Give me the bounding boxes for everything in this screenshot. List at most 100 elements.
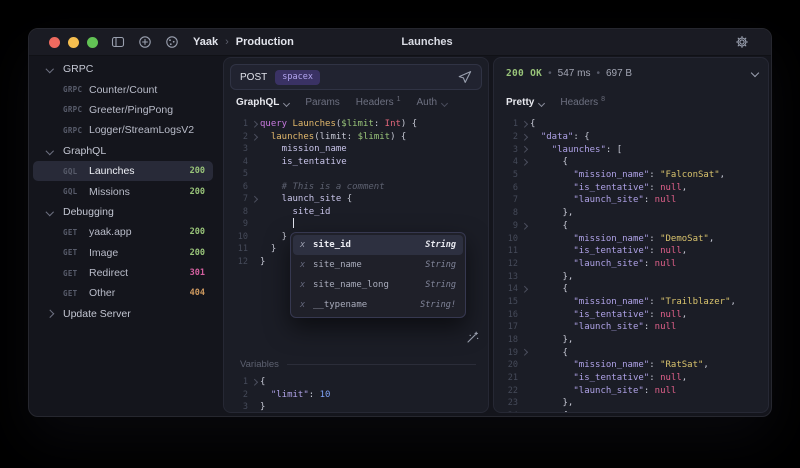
code-line: 9 { <box>494 220 768 233</box>
response-body-viewer[interactable]: 1{2 "data": {3 "launches": [4 {5 "missio… <box>494 118 768 412</box>
environment-name[interactable]: Production <box>236 36 294 48</box>
line-number: 7 <box>512 195 518 206</box>
sidebar-folder-debugging[interactable]: Debugging <box>33 202 213 222</box>
sidebar-item-yaak-app[interactable]: GET yaak.app 200 <box>33 222 213 242</box>
line-number: 19 <box>507 347 518 358</box>
code-line: 15 "mission_name": "Trailblazer", <box>494 296 768 309</box>
sidebar-item-greeter-pingpong[interactable]: GRPC Greeter/PingPong <box>33 100 213 120</box>
format-button[interactable] <box>465 330 480 345</box>
code-text: { <box>530 284 568 295</box>
response-size: 697 B <box>605 67 633 79</box>
send-request-button[interactable] <box>458 70 472 84</box>
breadcrumb[interactable]: Yaak › Production <box>193 36 294 48</box>
fold-toggle[interactable] <box>248 133 260 140</box>
status-badge: 200 <box>189 186 205 197</box>
fold-toggle[interactable] <box>248 196 260 203</box>
cookies-button[interactable] <box>165 35 179 49</box>
line-number: 21 <box>507 373 518 384</box>
response-header: 200 OK • 547 ms • 697 B <box>506 58 760 88</box>
titlebar: Yaak › Production Launches <box>29 29 771 56</box>
line-number: 6 <box>512 182 518 193</box>
response-panel: 200 OK • 547 ms • 697 B Pretty Headers 8 1… <box>493 57 769 413</box>
code-text: }, <box>530 208 574 219</box>
autocomplete-type: String <box>425 280 456 290</box>
code-line: 22 "launch_site": null <box>494 384 768 397</box>
tab-count-badge: 8 <box>601 96 606 103</box>
toggle-sidebar-button[interactable] <box>111 35 125 49</box>
autocomplete-item[interactable]: x __typename String! <box>293 295 463 315</box>
fold-toggle[interactable] <box>518 146 530 153</box>
http-method-selector[interactable]: POST <box>240 72 267 83</box>
folder-label: Update Server <box>63 307 131 320</box>
sidebar-item-image[interactable]: GET Image 200 <box>33 243 213 263</box>
autocomplete-label: site_name <box>313 260 362 270</box>
request-method: GET <box>63 288 78 298</box>
code-text: } <box>260 244 277 255</box>
fold-toggle[interactable] <box>248 121 260 128</box>
sidebar-folder-grpc[interactable]: GRPC <box>33 59 213 79</box>
sidebar-item-logger-streamlogsv2[interactable]: GRPC Logger/StreamLogsV2 <box>33 120 213 140</box>
sidebar-folder-update-server[interactable]: Update Server <box>33 304 213 324</box>
cookie-icon <box>166 36 178 48</box>
fold-toggle[interactable] <box>518 121 530 128</box>
sidebar-item-counter-count[interactable]: GRPC Counter/Count <box>33 79 213 99</box>
folder-label: GRPC <box>63 63 94 76</box>
close-button[interactable] <box>49 36 60 48</box>
sidebar-item-redirect[interactable]: GET Redirect 301 <box>33 263 213 283</box>
line-number: 6 <box>242 181 248 192</box>
code-line: 9 <box>224 218 488 231</box>
response-menu-button[interactable] <box>750 68 760 78</box>
fold-toggle[interactable] <box>248 379 260 386</box>
line-number: 8 <box>512 208 518 219</box>
settings-button[interactable] <box>735 35 749 49</box>
sidebar-item-other[interactable]: GET Other 404 <box>33 283 213 303</box>
workspace-name[interactable]: Yaak <box>193 36 218 48</box>
response-status-badge: 200 OK <box>506 68 542 79</box>
autocomplete-item[interactable]: x site_name_long String <box>293 275 463 295</box>
separator-dot: • <box>548 67 552 79</box>
request-method: GRPC <box>63 85 83 95</box>
sidebar-folder-graphql[interactable]: GraphQL <box>33 141 213 161</box>
page-title: Launches <box>401 36 453 48</box>
request-method: GET <box>63 227 78 237</box>
code-line: 1{ <box>224 376 488 389</box>
fold-toggle[interactable] <box>518 159 530 166</box>
sidebar-item-missions[interactable]: GQL Missions 200 <box>33 181 213 201</box>
code-text: { <box>260 377 266 388</box>
code-line: 10 "mission_name": "DemoSat", <box>494 232 768 245</box>
tab-graphql[interactable]: GraphQL <box>236 97 291 108</box>
chevron-right-icon <box>250 196 258 203</box>
code-text: query Launches($limit: Int) { <box>260 119 418 130</box>
tab-headers[interactable]: Headers 1 <box>356 96 401 108</box>
tab-headers[interactable]: Headers 8 <box>560 96 606 108</box>
fold-toggle[interactable] <box>518 222 530 230</box>
code-text: { <box>530 347 568 358</box>
request-panel: POST spacex GraphQL Params Headers 1 Auth 1 q… <box>223 57 489 413</box>
code-text: }, <box>530 335 574 346</box>
request-tabs: GraphQL Params Headers 1 Auth <box>236 96 449 108</box>
zoom-button[interactable] <box>87 36 98 48</box>
url-environment-badge[interactable]: spacex <box>275 69 320 85</box>
breadcrumb-separator: › <box>225 36 229 48</box>
new-request-button[interactable] <box>138 35 152 49</box>
sidebar-list: GRPC GRPC Counter/Count GRPC Greeter/PingPon… <box>29 59 217 324</box>
url-bar[interactable]: POST spacex <box>230 64 482 90</box>
fold-toggle[interactable] <box>518 286 530 293</box>
sidebar-item-launches[interactable]: GQL Launches 200 <box>33 160 213 182</box>
tab-params[interactable]: Params <box>305 97 339 108</box>
tab-pretty[interactable]: Pretty <box>506 97 546 108</box>
chevron-right-icon <box>520 286 528 293</box>
code-text: "mission_name": "RatSat", <box>573 360 709 371</box>
request-label: Redirect <box>89 267 129 280</box>
request-label: Image <box>89 246 119 259</box>
code-text: "mission_name": "Trailblazer", <box>573 296 736 307</box>
autocomplete-item[interactable]: x site_name String <box>293 255 463 275</box>
minimize-button[interactable] <box>68 36 79 48</box>
tab-auth[interactable]: Auth <box>417 97 449 108</box>
tab-count-badge: 1 <box>396 96 401 103</box>
autocomplete-item[interactable]: x site_id String <box>293 235 463 255</box>
fold-toggle[interactable] <box>518 133 530 141</box>
variables-editor[interactable]: 1{2 "limit": 10 3} <box>224 376 488 412</box>
fold-toggle[interactable] <box>518 349 530 356</box>
status-badge: 301 <box>189 268 205 279</box>
